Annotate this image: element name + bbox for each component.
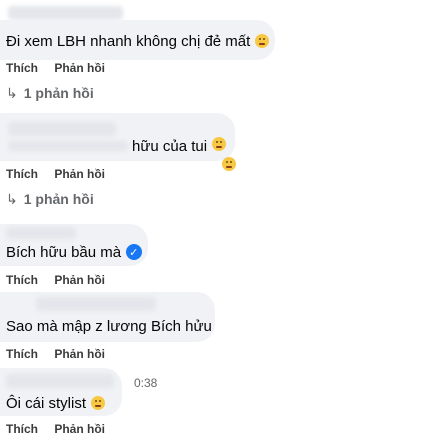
replies-count: 1 phản hồi bbox=[23, 191, 94, 207]
blurred-name bbox=[36, 297, 156, 311]
like-button[interactable]: Thích bbox=[6, 61, 38, 75]
blurred-name bbox=[6, 227, 76, 239]
comment-bubble: Sao mà mập z lương Bích hửu bbox=[0, 292, 215, 342]
blurred-name bbox=[8, 122, 116, 136]
grinning-squint-icon bbox=[91, 396, 106, 410]
comment-bubble: Đi xem LBH nhanh không chị đẻ mất bbox=[0, 20, 275, 60]
comment-text: Ôi cái stylist bbox=[6, 395, 87, 412]
reply-arrow-icon: ↳ bbox=[6, 191, 18, 207]
comment-text: Sao mà mập z lương Bích hửu bbox=[6, 318, 212, 335]
view-replies-link[interactable]: ↳ 1 phản hồi bbox=[6, 191, 94, 208]
comment-timestamp: 0:38 bbox=[134, 376, 158, 390]
comment-actions: Thích Phản hồi bbox=[6, 61, 118, 75]
comment-text: Đi xem LBH nhanh không chị đẻ mất bbox=[6, 33, 251, 50]
comment-text: Bích hữu bầu mà bbox=[6, 244, 122, 261]
reply-button[interactable]: Phản hồi bbox=[54, 422, 105, 436]
blurred-name bbox=[8, 6, 123, 20]
comment-text: hữu của tui bbox=[132, 138, 208, 155]
reply-button[interactable]: Phản hồi bbox=[54, 61, 105, 75]
blurred-name bbox=[6, 374, 114, 388]
like-button[interactable]: Thích bbox=[6, 273, 38, 287]
comment-bubble: Bích hữu bầu mà bbox=[0, 224, 148, 266]
like-button[interactable]: Thích bbox=[6, 422, 38, 436]
reply-button[interactable]: Phản hồi bbox=[54, 273, 105, 287]
verified-icon bbox=[126, 243, 143, 263]
grinning-face-icon bbox=[212, 137, 227, 151]
comment-bubble: Ôi cái stylist bbox=[0, 368, 122, 416]
reply-button[interactable]: Phản hồi bbox=[54, 167, 105, 181]
worried-face-icon bbox=[255, 34, 270, 48]
blurred-text bbox=[8, 141, 128, 151]
comment-actions: Thích Phản hồi bbox=[6, 422, 118, 436]
reply-arrow-icon: ↳ bbox=[6, 85, 18, 101]
like-button[interactable]: Thích bbox=[6, 347, 38, 361]
reply-button[interactable]: Phản hồi bbox=[54, 347, 105, 361]
comment-actions: Thích Phản hồi bbox=[6, 347, 118, 361]
tongue-face-icon bbox=[222, 157, 236, 171]
comment-actions: Thích Phản hồi bbox=[6, 273, 118, 287]
view-replies-link[interactable]: ↳ 1 phản hồi bbox=[6, 85, 94, 102]
comment-actions: Thích Phản hồi bbox=[6, 167, 118, 181]
like-button[interactable]: Thích bbox=[6, 167, 38, 181]
replies-count: 1 phản hồi bbox=[23, 85, 94, 101]
